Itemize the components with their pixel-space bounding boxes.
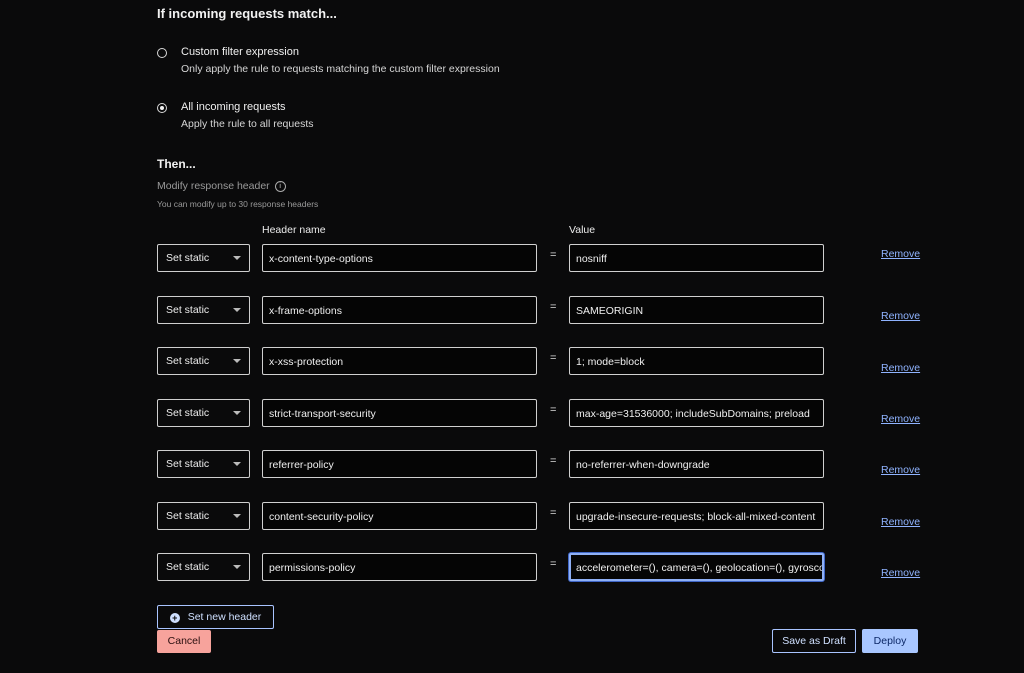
action-label-text: Modify response header xyxy=(157,180,270,192)
header-limit-hint: You can modify up to 30 response headers xyxy=(157,199,319,209)
header-name-value: referrer-policy xyxy=(269,459,334,471)
equals-sign: = xyxy=(550,352,557,364)
operation-select-label: Set static xyxy=(166,458,210,470)
chevron-down-icon xyxy=(233,514,241,518)
equals-sign: = xyxy=(550,558,557,570)
remove-link[interactable]: Remove xyxy=(881,310,920,322)
header-name-input[interactable]: strict-transport-security xyxy=(262,399,537,427)
radio-all-requests-description: Apply the rule to all requests xyxy=(181,118,314,130)
chevron-down-icon xyxy=(233,411,241,415)
match-section-title: If incoming requests match... xyxy=(157,6,337,21)
operation-select-label: Set static xyxy=(166,304,210,316)
action-label: Modify response header i xyxy=(157,180,286,192)
header-value-input[interactable]: accelerometer=(), camera=(), geolocation… xyxy=(569,553,824,581)
operation-select[interactable]: Set static xyxy=(157,296,250,324)
cancel-button[interactable]: Cancel xyxy=(157,630,211,653)
set-new-header-button[interactable]: + Set new header xyxy=(157,605,274,629)
operation-select-label: Set static xyxy=(166,561,210,573)
header-value-text: 1; mode=block xyxy=(576,356,645,368)
header-value-input[interactable]: nosniff xyxy=(569,244,824,272)
header-value-text: no-referrer-when-downgrade xyxy=(576,459,710,471)
header-value-input[interactable]: SAMEORIGIN xyxy=(569,296,824,324)
header-name-input[interactable]: x-content-type-options xyxy=(262,244,537,272)
chevron-down-icon xyxy=(233,256,241,260)
header-name-value: permissions-policy xyxy=(269,562,356,574)
operation-select[interactable]: Set static xyxy=(157,347,250,375)
operation-select[interactable]: Set static xyxy=(157,399,250,427)
radio-custom-filter-label[interactable]: Custom filter expression xyxy=(181,46,299,58)
plus-circle-icon: + xyxy=(169,613,180,623)
header-name-input[interactable]: content-security-policy xyxy=(262,502,537,530)
operation-select-label: Set static xyxy=(166,510,210,522)
remove-link[interactable]: Remove xyxy=(881,567,920,579)
header-name-input[interactable]: permissions-policy xyxy=(262,553,537,581)
radio-custom-filter-description: Only apply the rule to requests matching… xyxy=(181,63,500,75)
header-value-input[interactable]: upgrade-insecure-requests; block-all-mix… xyxy=(569,502,824,530)
info-icon[interactable]: i xyxy=(274,180,286,192)
header-name-value: x-xss-protection xyxy=(269,356,344,368)
column-header-value: Value xyxy=(569,224,596,236)
chevron-down-icon xyxy=(233,462,241,466)
equals-sign: = xyxy=(550,455,557,467)
remove-link[interactable]: Remove xyxy=(881,248,920,260)
remove-link[interactable]: Remove xyxy=(881,464,920,476)
chevron-down-icon xyxy=(233,565,241,569)
remove-link[interactable]: Remove xyxy=(881,516,920,528)
header-value-text: upgrade-insecure-requests; block-all-mix… xyxy=(576,511,816,523)
header-value-text: max-age=31536000; includeSubDomains; pre… xyxy=(576,408,810,420)
set-new-header-label: Set new header xyxy=(187,611,262,623)
header-name-value: x-frame-options xyxy=(269,305,342,317)
header-value-input[interactable]: no-referrer-when-downgrade xyxy=(569,450,824,478)
header-name-input[interactable]: x-frame-options xyxy=(262,296,537,324)
operation-select-label: Set static xyxy=(166,355,210,367)
chevron-down-icon xyxy=(233,359,241,363)
operation-select[interactable]: Set static xyxy=(157,502,250,530)
deploy-button[interactable]: Deploy xyxy=(862,629,918,653)
equals-sign: = xyxy=(550,249,557,261)
radio-all-requests[interactable] xyxy=(157,103,167,113)
radio-all-requests-label[interactable]: All incoming requests xyxy=(181,101,286,113)
operation-select-label: Set static xyxy=(166,407,210,419)
header-name-value: content-security-policy xyxy=(269,511,374,523)
operation-select[interactable]: Set static xyxy=(157,244,250,272)
operation-select[interactable]: Set static xyxy=(157,450,250,478)
header-value-text: SAMEORIGIN xyxy=(576,305,644,317)
header-name-input[interactable]: x-xss-protection xyxy=(262,347,537,375)
operation-select-label: Set static xyxy=(166,252,210,264)
chevron-down-icon xyxy=(233,308,241,312)
save-draft-button[interactable]: Save as Draft xyxy=(772,629,856,653)
header-name-input[interactable]: referrer-policy xyxy=(262,450,537,478)
header-value-input[interactable]: 1; mode=block xyxy=(569,347,824,375)
remove-link[interactable]: Remove xyxy=(881,362,920,374)
header-value-text: accelerometer=(), camera=(), geolocation… xyxy=(576,562,824,574)
header-name-value: x-content-type-options xyxy=(269,253,373,265)
radio-custom-filter[interactable] xyxy=(157,48,167,58)
header-value-text: nosniff xyxy=(576,253,607,265)
operation-select[interactable]: Set static xyxy=(157,553,250,581)
equals-sign: = xyxy=(550,507,557,519)
remove-link[interactable]: Remove xyxy=(881,413,920,425)
then-section-title: Then... xyxy=(157,157,196,171)
column-header-name: Header name xyxy=(262,224,326,236)
header-value-input[interactable]: max-age=31536000; includeSubDomains; pre… xyxy=(569,399,824,427)
equals-sign: = xyxy=(550,301,557,313)
header-name-value: strict-transport-security xyxy=(269,408,376,420)
equals-sign: = xyxy=(550,404,557,416)
